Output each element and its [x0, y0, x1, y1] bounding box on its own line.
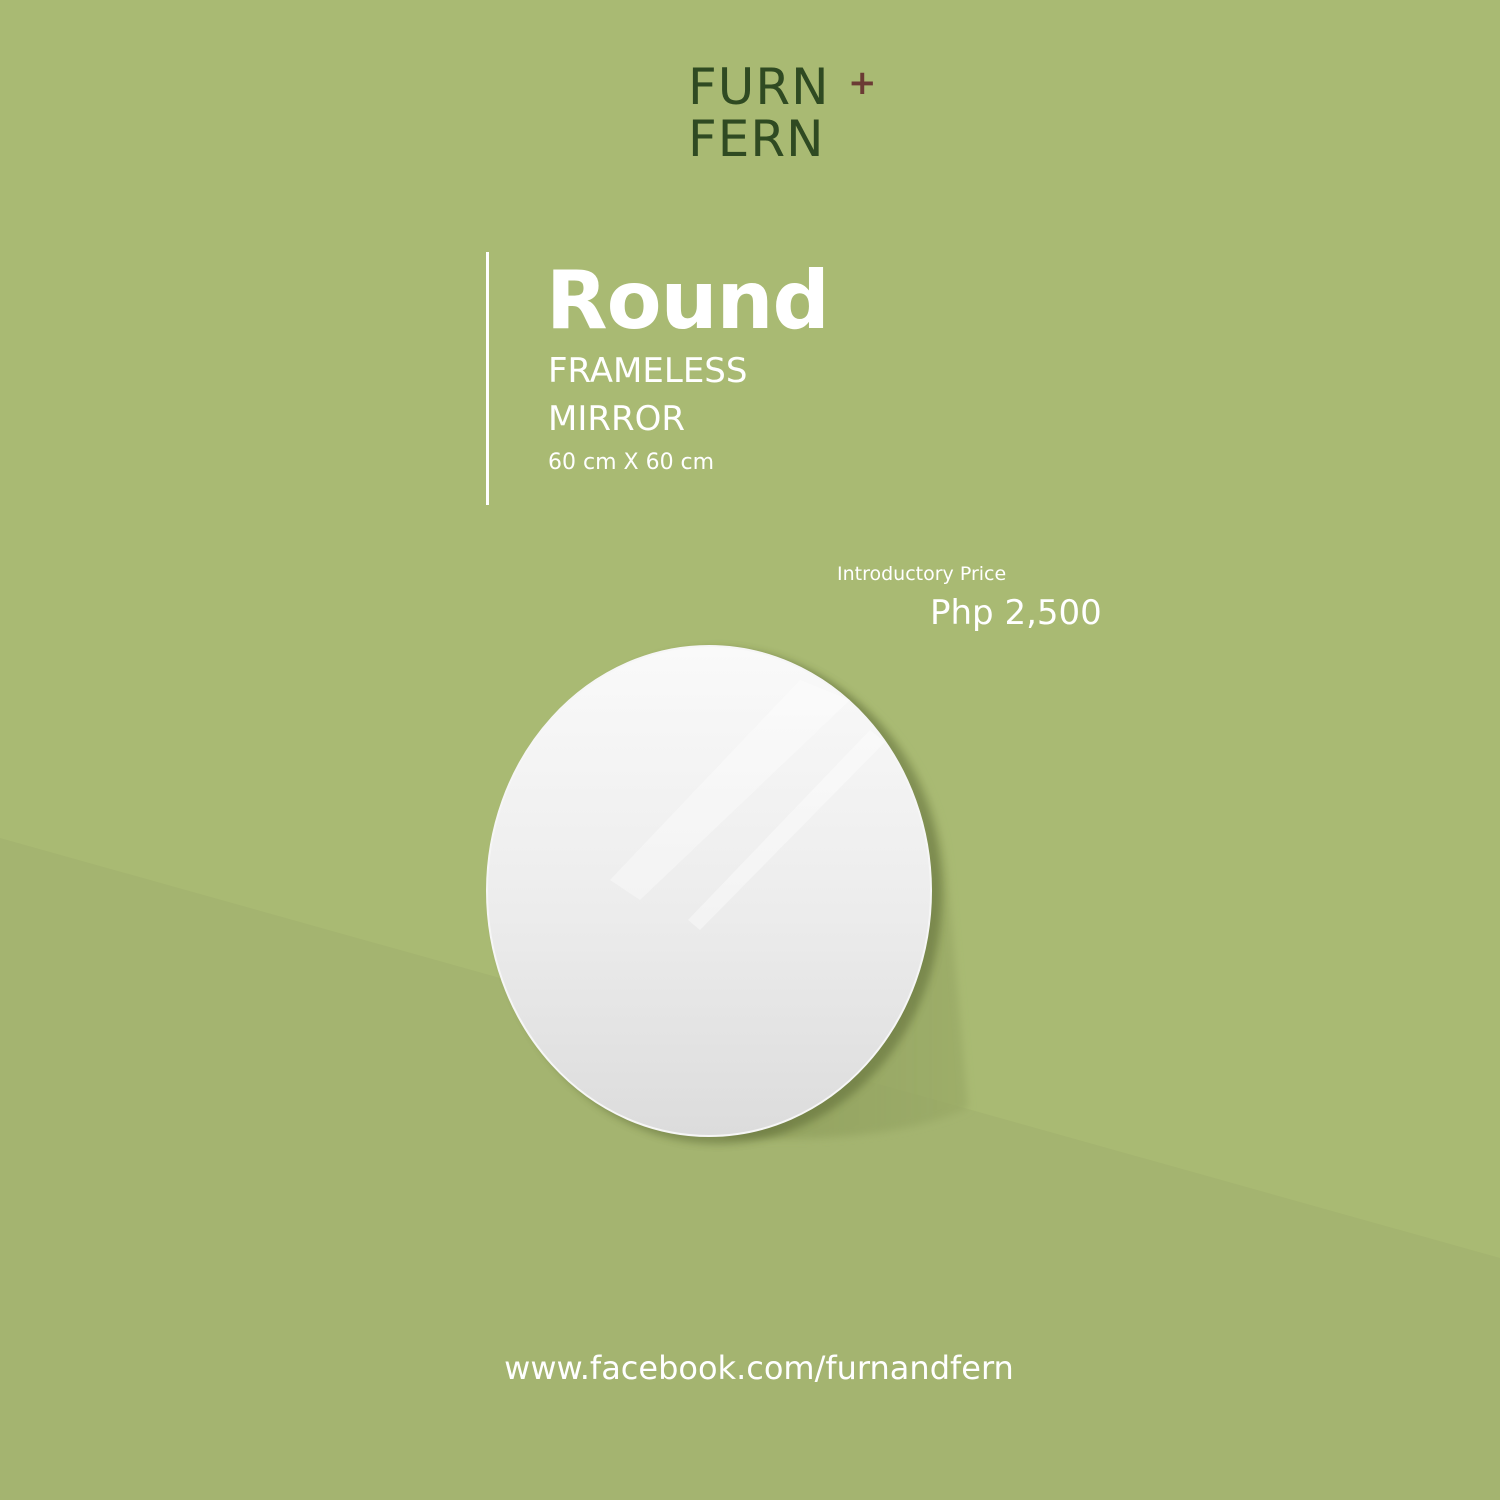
- product-subtitle-line2: MIRROR: [548, 399, 685, 439]
- product-size: 60 cm X 60 cm: [548, 450, 715, 475]
- product-subtitle-line1: FRAMELESS: [548, 351, 748, 391]
- brand-logo-line2: FERN: [688, 110, 825, 168]
- brand-plus-icon: +: [848, 63, 877, 103]
- brand-logo: FURN FERN +: [688, 62, 888, 172]
- brand-logo-line1: FURN: [688, 58, 830, 116]
- product-title: Round: [546, 254, 830, 347]
- price-value: Php 2,500: [930, 593, 1102, 633]
- mirror-image: [486, 645, 932, 1137]
- background: [0, 645, 1500, 1500]
- title-divider: [486, 252, 489, 505]
- facebook-link[interactable]: www.facebook.com/furnandfern: [0, 1348, 1500, 1388]
- price-label: Introductory Price: [837, 563, 1007, 585]
